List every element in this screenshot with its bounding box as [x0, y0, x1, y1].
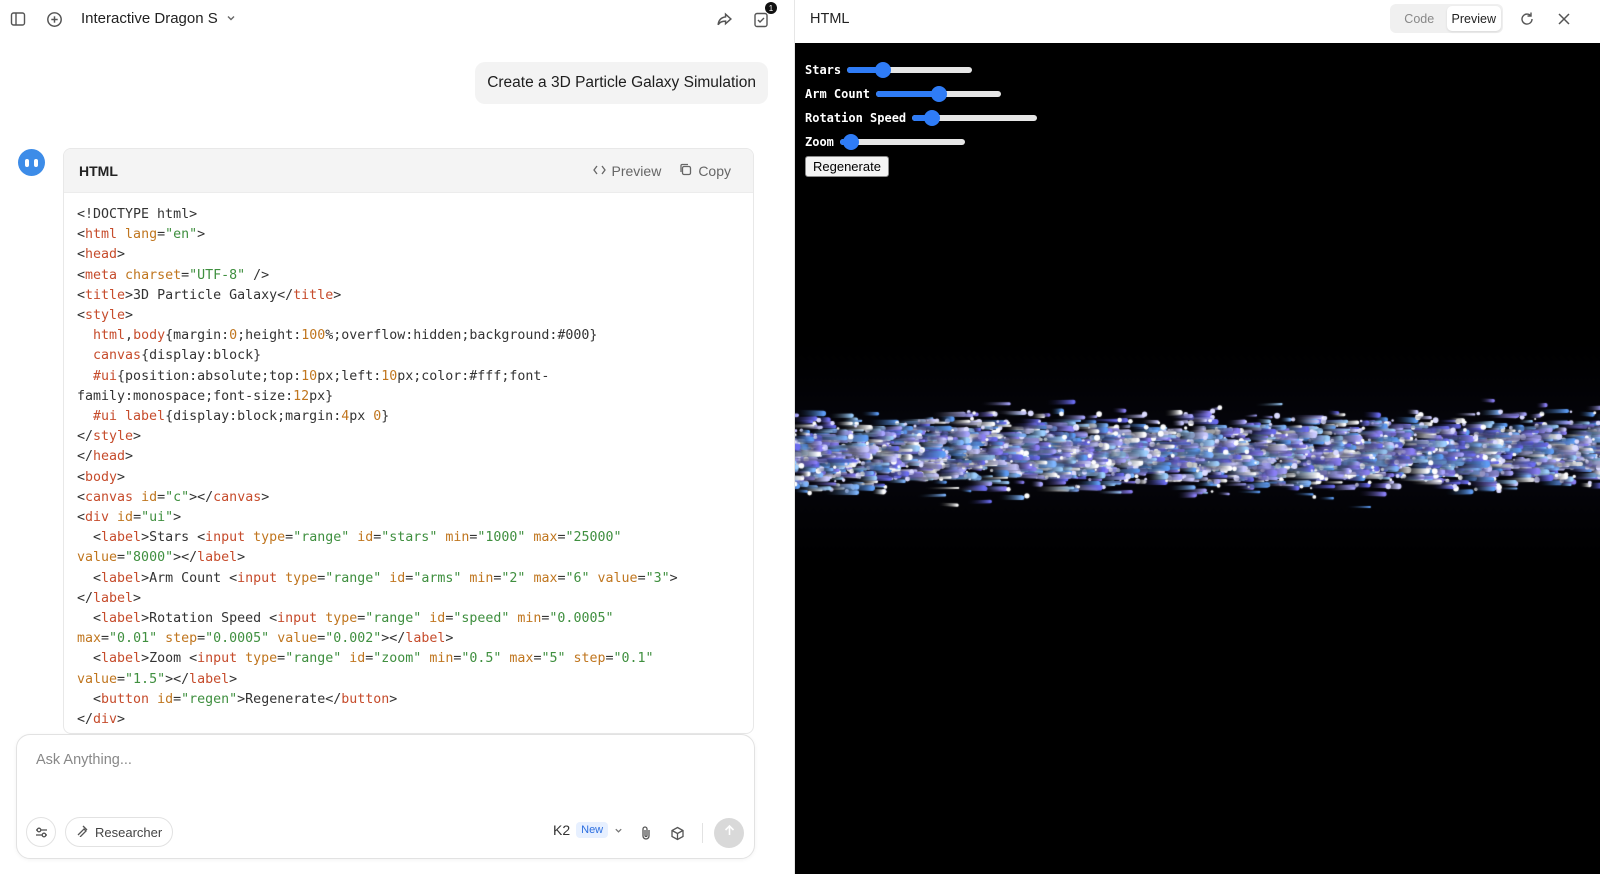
code-line: </div>	[77, 712, 126, 728]
code-line: <div id="ui">	[77, 510, 182, 526]
code-line: <title>3D Particle Galaxy</title>	[77, 287, 342, 303]
code-content: <!DOCTYPE html> <html lang="en"> <head> <me…	[64, 193, 753, 733]
code-line: <label>Zoom <input type="range" id="zoom…	[77, 651, 654, 667]
code-block-header: HTML Preview Copy	[64, 149, 753, 193]
chat-pane: Interactive Dragon S 1 Create a 3D Parti…	[0, 0, 795, 874]
control-zoom: Zoom	[805, 130, 1037, 154]
zoom-label: Zoom	[805, 135, 834, 149]
code-line: value="1.5"></label>	[77, 671, 238, 687]
notification-badge: 1	[765, 2, 777, 14]
attach-icon[interactable]	[636, 823, 656, 843]
new-chat-icon[interactable]	[43, 8, 65, 30]
chevron-down-icon	[614, 822, 623, 838]
control-stars: Stars	[805, 58, 1037, 82]
share-icon[interactable]	[713, 8, 735, 30]
copy-icon	[679, 163, 692, 179]
code-line: <canvas id="c"></canvas>	[77, 489, 270, 505]
code-line: max="0.01" step="0.0005" value="0.002"><…	[77, 631, 454, 647]
code-line: html,body{margin:0;height:100%;overflow:…	[93, 328, 598, 344]
sidebar-toggle-icon[interactable]	[7, 8, 29, 30]
code-line: #ui{position:absolute;top:10px;left:10px…	[93, 368, 550, 384]
code-copy-button[interactable]: Copy	[679, 163, 731, 179]
chat-title-dropdown[interactable]: Interactive Dragon S	[81, 10, 236, 27]
galaxy-controls: Stars Arm Count Rotation Speed Zoom Rege…	[805, 58, 1038, 177]
preview-canvas-area: Stars Arm Count Rotation Speed Zoom Rege…	[795, 43, 1600, 874]
chat-title: Interactive Dragon S	[81, 10, 218, 27]
stars-label: Stars	[805, 63, 842, 77]
code-preview-button[interactable]: Preview	[592, 163, 662, 179]
code-line: <meta charset="UTF-8" />	[77, 267, 270, 283]
code-brackets-icon	[592, 163, 606, 179]
arm-count-slider[interactable]	[876, 86, 1002, 102]
code-language-label: HTML	[79, 162, 118, 179]
code-line: </label>	[77, 590, 142, 606]
code-line: <html lang="en">	[77, 227, 206, 243]
arrow-up-icon	[723, 824, 736, 842]
assistant-avatar	[18, 149, 45, 176]
code-line: <!DOCTYPE html>	[77, 207, 198, 222]
code-line: canvas{display:block}	[93, 348, 262, 364]
chat-input[interactable]	[34, 751, 734, 769]
refresh-icon[interactable]	[1516, 8, 1538, 30]
chat-input-box: Researcher K2 New	[16, 734, 755, 859]
code-line: #ui label{display:block;margin:4px 0}	[93, 409, 390, 425]
view-toggle: Code Preview	[1390, 4, 1503, 33]
preview-pane: HTML Code Preview Stars Arm Count Rotati…	[795, 0, 1600, 874]
code-preview-label: Preview	[611, 163, 662, 179]
stars-slider[interactable]	[847, 62, 973, 78]
code-line: <label>Arm Count <input type="range" id=…	[77, 570, 678, 586]
preview-header: HTML Code Preview	[795, 0, 1600, 43]
zoom-slider[interactable]	[839, 134, 965, 150]
code-line: <label>Rotation Speed <input type="range…	[77, 611, 614, 627]
code-line: </head>	[77, 449, 134, 465]
code-line: family:monospace;font-size:12px}	[77, 388, 334, 404]
model-new-badge: New	[576, 822, 609, 838]
send-button[interactable]	[714, 818, 744, 848]
tasks-icon[interactable]: 1	[750, 2, 777, 30]
close-icon[interactable]	[1553, 8, 1575, 30]
user-message-text: Create a 3D Particle Galaxy Simulation	[487, 74, 756, 91]
regenerate-button[interactable]: Regenerate	[805, 156, 889, 177]
tab-code[interactable]: Code	[1392, 6, 1447, 31]
code-line: <body>	[77, 469, 126, 485]
model-label: K2	[553, 822, 571, 838]
user-message: Create a 3D Particle Galaxy Simulation	[475, 62, 768, 104]
settings-sliders-icon[interactable]	[26, 817, 56, 847]
code-block: HTML Preview Copy <!DOCTYPE html> <html l…	[63, 148, 754, 734]
code-line: <label>Stars <input type="range" id="sta…	[77, 530, 622, 546]
code-copy-label: Copy	[698, 163, 731, 179]
model-selector[interactable]: K2 New	[553, 822, 623, 838]
chevron-down-icon	[226, 10, 236, 27]
code-line: <head>	[77, 247, 126, 263]
code-line: <button id="regen">Regenerate</button>	[77, 691, 398, 707]
chat-topbar: Interactive Dragon S 1	[0, 0, 795, 38]
researcher-button[interactable]: Researcher	[65, 817, 174, 847]
code-line: value="8000"></label>	[77, 550, 246, 566]
rotation-speed-label: Rotation Speed	[805, 111, 907, 125]
cube-icon[interactable]	[667, 823, 687, 843]
rotation-speed-slider[interactable]	[912, 110, 1038, 126]
arm-count-label: Arm Count	[805, 87, 871, 101]
preview-title: HTML	[810, 11, 850, 27]
code-line: </style>	[77, 429, 142, 445]
control-rotation-speed: Rotation Speed	[805, 106, 1038, 130]
control-arm-count: Arm Count	[805, 82, 1037, 106]
tab-preview[interactable]: Preview	[1446, 6, 1501, 31]
researcher-icon	[76, 824, 89, 840]
researcher-label: Researcher	[95, 824, 163, 840]
code-line: <style>	[77, 308, 134, 324]
